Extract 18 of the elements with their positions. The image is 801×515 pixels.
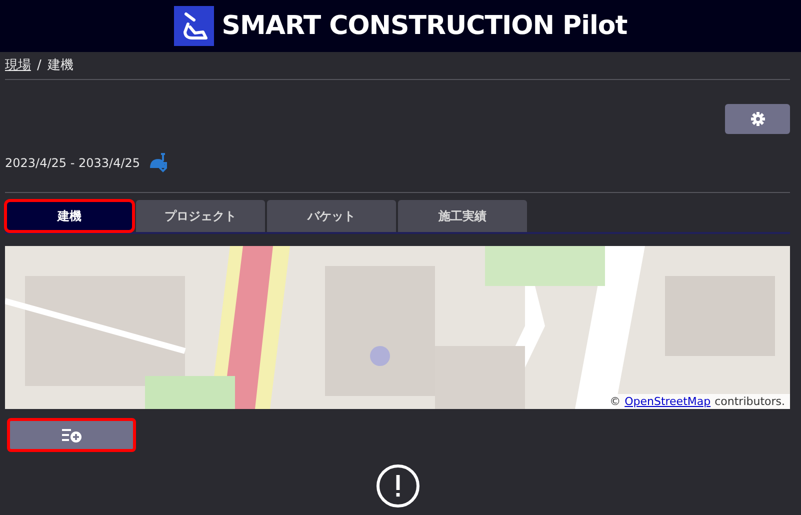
tab[interactable]: 建機 (5, 200, 134, 232)
alert-icon (376, 464, 420, 508)
tab[interactable]: バケット (267, 200, 396, 232)
copyright-symbol: © (610, 395, 621, 408)
period-text: 2023/4/25 - 2033/4/25 (5, 156, 140, 170)
tab[interactable]: プロジェクト (136, 200, 265, 232)
breadcrumb-current: 建機 (47, 57, 74, 74)
list-add-icon (62, 427, 82, 443)
settings-icon (750, 112, 764, 126)
attribution-text: contributors. (714, 395, 785, 408)
map-link[interactable]: OpenStreetMap (624, 395, 711, 408)
breadcrumb-separator: / (37, 58, 42, 72)
add-list-button[interactable] (8, 419, 135, 451)
breadcrumb-link[interactable]: 現場 (5, 56, 31, 74)
settings-button[interactable] (725, 104, 790, 134)
logo-icon (174, 6, 214, 46)
app-title: SMART CONSTRUCTION Pilot (222, 11, 628, 41)
tab[interactable]: 施工実績 (398, 200, 527, 232)
